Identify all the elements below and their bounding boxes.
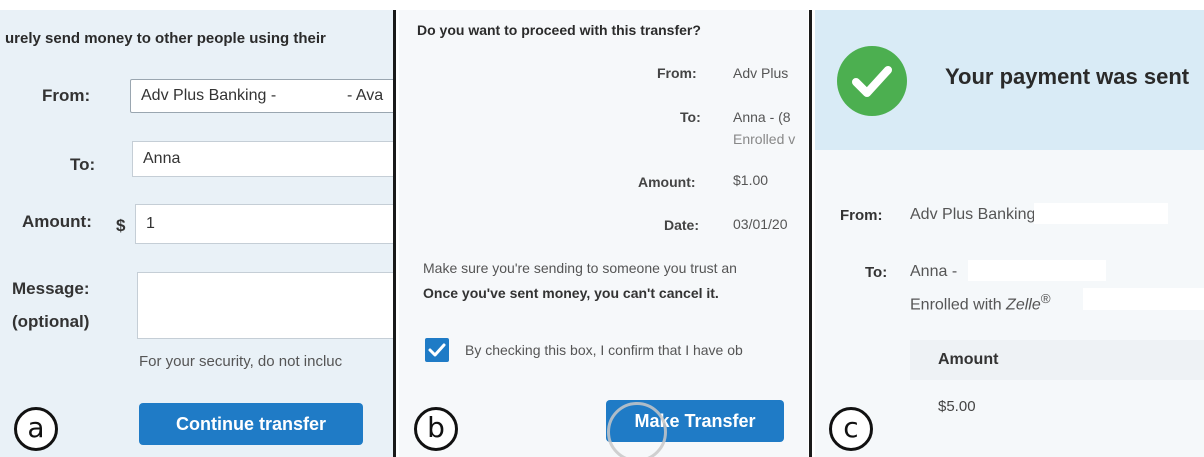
from-label: From: bbox=[657, 65, 697, 81]
payment-sent-title: Your payment was sent bbox=[945, 64, 1190, 89]
from-available-text: - Ava bbox=[347, 87, 384, 104]
security-help-text: For your security, do not incluc bbox=[139, 353, 343, 370]
redaction-box bbox=[1034, 203, 1168, 224]
consent-text: By checking this box, I confirm that I h… bbox=[465, 342, 743, 358]
panel-transfer-form: urely send money to other people using t… bbox=[0, 10, 393, 457]
to-label: To: bbox=[70, 155, 96, 174]
touch-indicator bbox=[607, 402, 667, 457]
consent-checkbox[interactable] bbox=[425, 338, 449, 362]
recipient-text: Anna bbox=[143, 150, 181, 167]
redaction-box bbox=[1083, 288, 1204, 310]
from-value: Adv Plus bbox=[733, 65, 789, 81]
to-label: To: bbox=[680, 109, 701, 125]
message-label: Message: bbox=[12, 279, 90, 298]
amount-label: Amount: bbox=[22, 212, 92, 231]
to-value: Anna - (8 bbox=[733, 109, 791, 125]
zelle-brand: Zelle bbox=[1006, 296, 1041, 314]
amount-input[interactable]: 1 bbox=[135, 204, 393, 244]
from-account-text: Adv Plus Banking - bbox=[141, 87, 277, 104]
enrolled-zelle: Enrolled with Zelle® bbox=[910, 291, 1051, 314]
registered-mark: ® bbox=[1040, 291, 1051, 306]
redaction-box bbox=[301, 84, 343, 108]
date-label: Date: bbox=[664, 217, 700, 233]
message-textarea[interactable] bbox=[137, 272, 393, 339]
checkmark-icon bbox=[428, 343, 446, 357]
success-header: Your payment was sent bbox=[815, 10, 1204, 150]
divider-a-b bbox=[393, 10, 396, 457]
success-check-icon bbox=[837, 46, 907, 116]
panel-label-badge: a bbox=[14, 407, 58, 451]
to-value: Anna - bbox=[910, 263, 958, 280]
amount-header: Amount bbox=[938, 351, 999, 368]
trust-warning: Make sure you're sending to someone you … bbox=[423, 260, 737, 276]
panel-label-badge: c bbox=[829, 407, 873, 451]
recipient-field[interactable]: Anna bbox=[132, 141, 393, 177]
from-label: From: bbox=[42, 86, 91, 105]
amount-value: 1 bbox=[146, 215, 155, 232]
enrolled-prefix: Enrolled with bbox=[910, 296, 1007, 314]
no-cancel-warning: Once you've sent money, you can't cancel… bbox=[423, 285, 719, 301]
redaction-box bbox=[189, 145, 329, 173]
from-account-select[interactable]: Adv Plus Banking - - Ava bbox=[130, 79, 393, 113]
divider-b-c bbox=[809, 10, 812, 457]
panel-payment-sent: Your payment was sent From: Adv Plus Ban… bbox=[815, 10, 1204, 457]
redaction-box bbox=[968, 260, 1106, 281]
panel-label-badge: b bbox=[414, 407, 458, 451]
message-optional-label: (optional) bbox=[12, 312, 90, 331]
intro-text: urely send money to other people using t… bbox=[5, 30, 326, 47]
panel-confirm-transfer: Do you want to proceed with this transfe… bbox=[399, 10, 808, 457]
amount-label: Amount: bbox=[638, 174, 696, 190]
from-value: Adv Plus Banking bbox=[910, 206, 1036, 223]
date-value: 03/01/20 bbox=[733, 216, 788, 232]
confirm-question: Do you want to proceed with this transfe… bbox=[417, 22, 701, 38]
amount-value: $5.00 bbox=[938, 398, 976, 415]
to-enrolled: Enrolled v bbox=[733, 131, 796, 147]
continue-transfer-button[interactable]: Continue transfer bbox=[139, 403, 363, 445]
currency-symbol: $ bbox=[116, 216, 126, 235]
to-label: To: bbox=[865, 264, 888, 281]
amount-value: $1.00 bbox=[733, 172, 769, 188]
from-label: From: bbox=[840, 207, 883, 224]
